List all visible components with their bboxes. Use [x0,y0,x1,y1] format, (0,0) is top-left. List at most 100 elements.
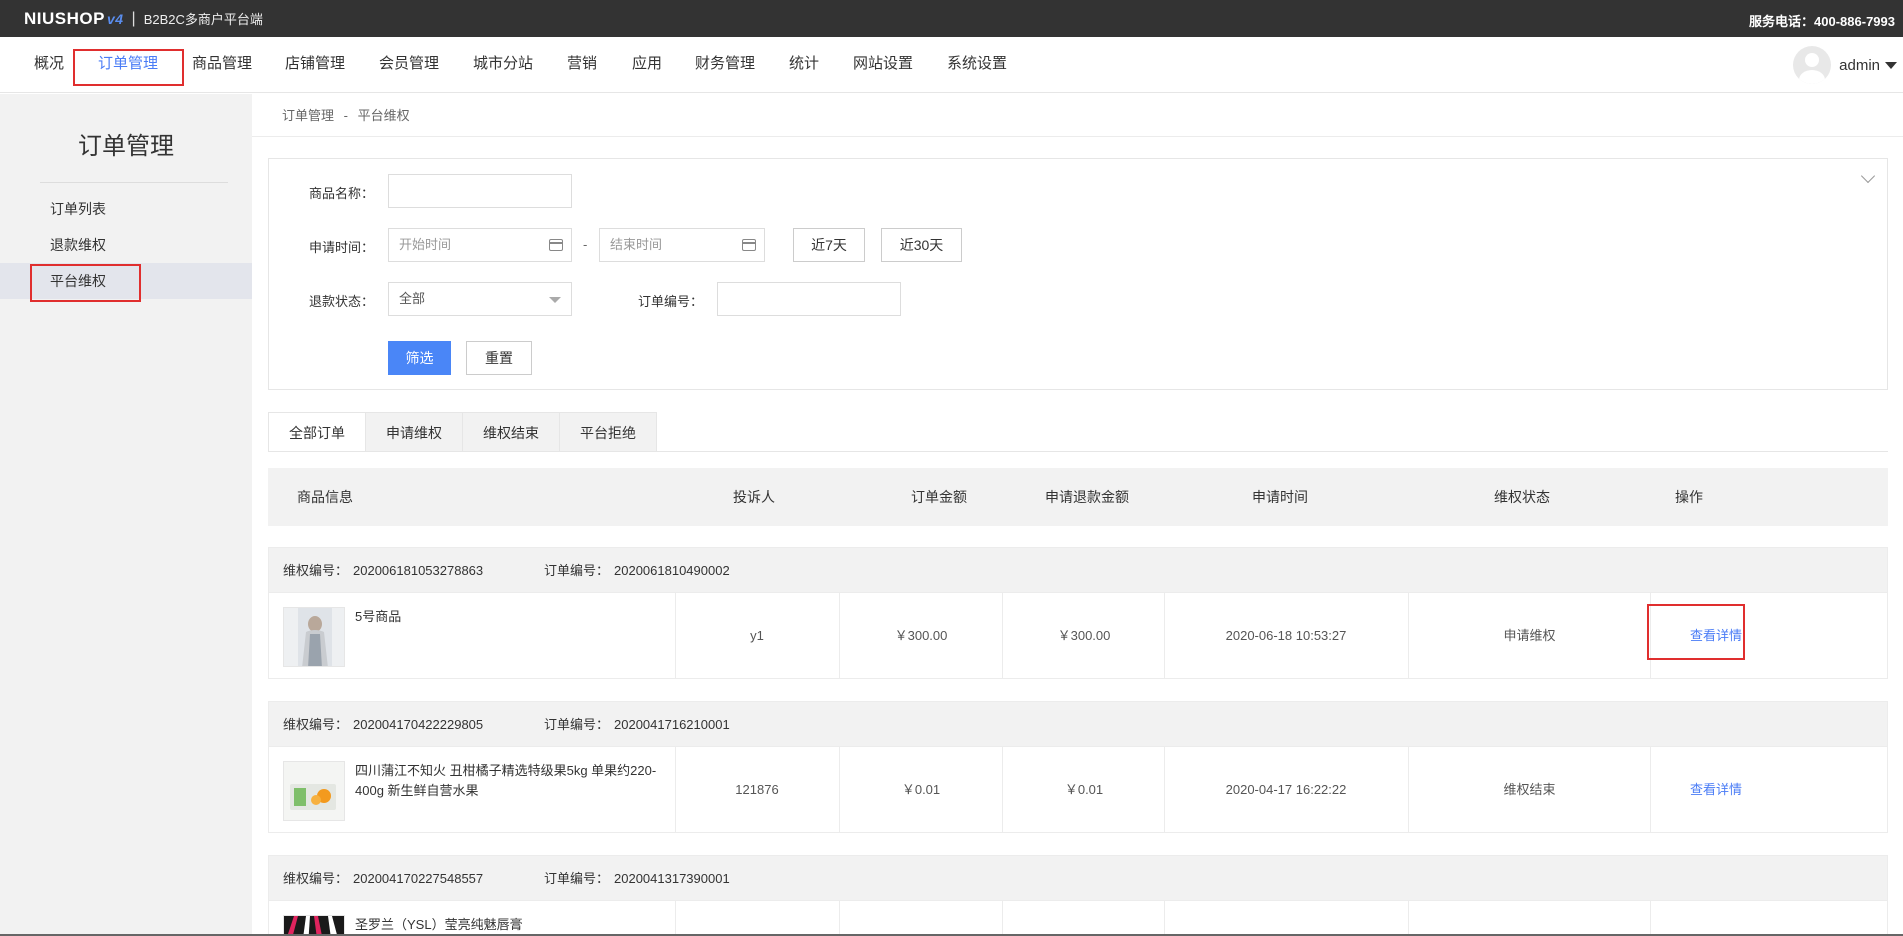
header-order-amount: 订单金额 [911,489,967,505]
order-no-label: 订单编号： [544,717,610,732]
platform-subtitle: B2B2C多商户平台端 [143,12,263,27]
breadcrumb-current: 平台维权 [357,108,410,123]
view-details-link[interactable]: 查看详情 [1669,747,1763,833]
cell-divider [1002,901,1003,936]
rights-no: 202006181053278863 [353,563,484,578]
filter-reset-button[interactable]: 重置 [466,341,532,375]
sidebar-title: 订单管理 [78,133,174,160]
select-arrow-icon [549,297,561,303]
sidebar-item-platform-rights[interactable]: 平台维权 [0,263,252,299]
sidebar: 订单管理 订单列表 退款维权 平台维权 [0,94,252,936]
sidebar-divider [40,182,228,183]
refund-status-label: 退款状态： [309,294,375,309]
tab-platform-rejected[interactable]: 平台拒绝 [560,412,657,452]
nav-item-apps[interactable]: 应用 [632,37,662,93]
start-time-input[interactable]: 开始时间 [388,228,572,262]
status-tabs: 全部订单 申请维权 维权结束 平台拒绝 [268,412,657,452]
product-thumbnail[interactable] [283,761,345,821]
order-amount: ￥300.00 [894,628,948,643]
collapse-chevron-icon[interactable] [1860,168,1876,184]
user-menu[interactable]: admin [1793,46,1897,84]
rights-no-label: 维权编号： [283,871,349,886]
product-thumbnail[interactable] [283,915,345,936]
header-goods-info: 商品信息 [297,489,353,505]
tab-all-orders[interactable]: 全部订单 [268,412,366,452]
nav-item-marketing[interactable]: 营销 [567,37,597,93]
last-7-days-button[interactable]: 近7天 [793,228,865,262]
product-name[interactable]: 四川蒲江不知火 丑柑橘子精选特级果5kg 单果约220-400g 新生鲜自营水果 [355,761,665,801]
order-no-label: 订单编号： [544,871,610,886]
filter-submit-button[interactable]: 筛选 [388,341,451,375]
end-time-input[interactable]: 结束时间 [599,228,765,262]
order-no-input[interactable] [717,282,901,316]
breadcrumb: 订单管理 - 平台维权 [282,105,416,124]
nav-item-overview[interactable]: 概况 [34,37,64,93]
rights-group-header: 维权编号： 202004170422229805 订单编号： 202004171… [268,701,1888,747]
tab-rights-ended[interactable]: 维权结束 [463,412,560,452]
cell-divider [1650,901,1651,936]
breadcrumb-orders[interactable]: 订单管理 [282,108,334,123]
cell-divider [1650,593,1651,678]
goods-name-input[interactable] [388,174,572,208]
nav-item-orders[interactable]: 订单管理 [98,37,158,93]
cell-divider [1408,901,1409,936]
nav-item-finance[interactable]: 财务管理 [695,37,755,93]
header-actions: 操作 [1675,489,1703,505]
rights-no-label: 维权编号： [283,717,349,732]
product-thumbnail[interactable] [283,607,345,667]
avatar [1793,46,1832,84]
nav-item-statistics[interactable]: 统计 [789,37,819,93]
nav-item-members[interactable]: 会员管理 [379,37,439,93]
logo-separator: | [131,9,136,27]
order-no: 2020041317390001 [614,871,730,886]
complainant: y1 [750,628,764,643]
rights-group-header: 维权编号： 202004170227548557 订单编号： 202004131… [268,855,1888,901]
order-no-label: 订单编号： [544,563,610,578]
cell-divider [675,901,676,936]
nav-item-shops[interactable]: 店铺管理 [285,37,345,93]
tab-apply-rights[interactable]: 申请维权 [366,412,463,452]
date-range-dash: - [583,237,588,252]
rights-no: 202004170422229805 [353,717,484,732]
order-no: 2020041716210001 [614,717,730,732]
order-amount: ￥0.01 [901,782,941,797]
last-30-days-button[interactable]: 近30天 [881,228,962,262]
filter-panel: 商品名称： 申请时间： 开始时间 - 结束时间 近7天 近30天 退款状态： 全… [268,158,1888,390]
chevron-down-icon [1885,61,1897,69]
nav-item-site-settings[interactable]: 网站设置 [853,37,913,93]
view-details-link[interactable]: 查看详情 [1669,593,1763,679]
rights-group-header: 维权编号： 202006181053278863 订单编号： 202006181… [268,547,1888,593]
breadcrumb-separator: - [343,108,348,123]
calendar-icon [742,239,756,251]
header-complainant: 投诉人 [733,489,775,505]
nav-item-system-settings[interactable]: 系统设置 [947,37,1007,93]
sidebar-item-order-list[interactable]: 订单列表 [0,191,252,227]
goods-name-label: 商品名称： [309,186,375,201]
service-phone: 服务电话：400-886-7993 [1749,14,1895,29]
apply-time-label: 申请时间： [309,240,375,255]
header-apply-time: 申请时间 [1252,489,1308,505]
breadcrumb-divider [252,136,1903,137]
rights-no: 202004170227548557 [353,871,484,886]
user-name: admin [1839,56,1880,74]
nav-item-goods[interactable]: 商品管理 [192,37,252,93]
cell-divider [1164,901,1165,936]
table-header: 商品信息 投诉人 订单金额 申请退款金额 申请时间 维权状态 操作 [268,468,1888,526]
nav-item-city-sites[interactable]: 城市分站 [473,37,533,93]
tabs-divider [268,451,1888,452]
product-name[interactable]: 圣罗兰（YSL）莹亮纯魅唇膏 [355,915,665,935]
refund-status-select[interactable]: 全部 [388,282,572,316]
cell-divider [839,901,840,936]
main-nav: 概况 订单管理 商品管理 店铺管理 会员管理 城市分站 营销 应用 财务管理 统… [0,37,1903,93]
header-rights-status: 维权状态 [1494,489,1550,505]
brand-logo[interactable]: NIUSHOP v4 [24,9,124,29]
header-refund-amount: 申请退款金额 [1045,489,1129,505]
apply-time: 2020-04-17 16:22:22 [1225,782,1347,797]
product-name[interactable]: 5号商品 [355,607,665,627]
complainant: 121876 [735,782,779,797]
calendar-icon [549,239,563,251]
table-row: 四川蒲江不知火 丑柑橘子精选特级果5kg 单果约220-400g 新生鲜自营水果… [268,747,1888,833]
order-no-label: 订单编号： [638,294,704,309]
refund-status-value: 全部 [399,291,426,306]
sidebar-item-refund-rights[interactable]: 退款维权 [0,227,252,263]
